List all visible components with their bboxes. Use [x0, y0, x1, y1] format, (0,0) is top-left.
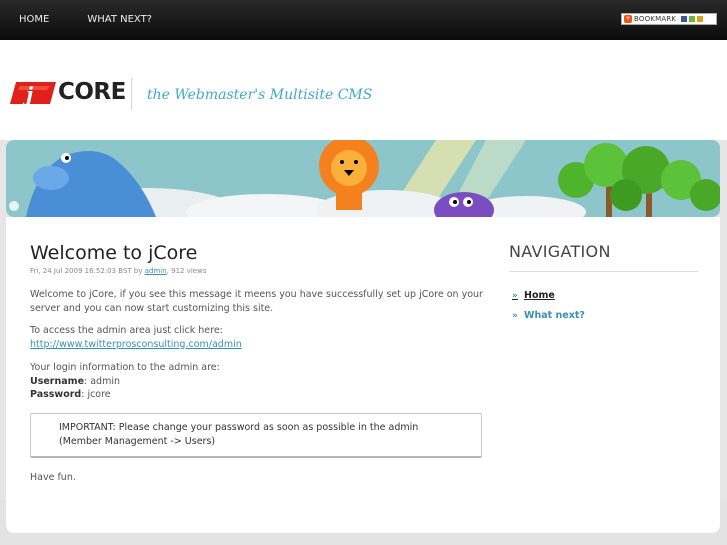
share-icons — [681, 16, 704, 22]
topnav-what-next-link[interactable]: WHAT NEXT? — [87, 0, 152, 40]
post-views: , 912 views — [166, 267, 207, 275]
sidebar-item-home[interactable]: » Home — [512, 290, 555, 301]
logo-icon: j — [10, 82, 56, 106]
header-banner-illustration — [6, 140, 720, 217]
post-author-link[interactable]: admin — [145, 267, 167, 275]
sidebar-title: NAVIGATION — [509, 242, 611, 261]
password-value: : jcore — [81, 389, 111, 400]
share-icon-3 — [697, 16, 704, 22]
post-title[interactable]: Welcome to jCore — [30, 242, 197, 264]
top-bar: HOME WHAT NEXT? + BOOKMARK — [0, 0, 727, 40]
chevron-right-icon: » — [512, 310, 518, 321]
sidebar-item-label: What next? — [524, 310, 585, 321]
sidebar-item-what-next[interactable]: » What next? — [512, 310, 585, 321]
post-paragraph-admin: To access the admin area just click here… — [30, 324, 485, 351]
site-tagline: the Webmaster's Multisite CMS — [147, 87, 373, 103]
bookmark-icon: + — [624, 15, 632, 23]
post-paragraph-login: Your login information to the admin are:… — [30, 361, 485, 402]
username-label: Username — [30, 375, 85, 387]
login-info-text: Your login information to the admin are: — [30, 362, 220, 373]
important-notice-text: IMPORTANT: Please change your password a… — [59, 422, 419, 447]
post-date: Fri, 24 Jul 2009 16:52:03 BST by — [30, 267, 145, 275]
logo-text[interactable]: CORE — [58, 79, 126, 105]
post-meta: Fri, 24 Jul 2009 16:52:03 BST by admin, … — [30, 267, 206, 275]
topnav-home-link[interactable]: HOME — [19, 0, 49, 40]
password-label: Password — [30, 389, 82, 400]
bookmark-label: BOOKMARK — [634, 15, 677, 23]
share-icon-2 — [689, 16, 696, 22]
post-paragraph-intro: Welcome to jCore, if you see this messag… — [30, 289, 483, 314]
admin-access-text: To access the admin area just click here… — [30, 325, 223, 336]
sidebar-item-label: Home — [524, 290, 555, 301]
username-value: : admin — [84, 375, 121, 387]
top-nav: HOME WHAT NEXT? — [0, 0, 152, 40]
logo-divider — [131, 78, 132, 110]
important-notice-box: IMPORTANT: Please change your password a… — [30, 413, 482, 458]
bookmark-button[interactable]: + BOOKMARK — [621, 13, 717, 25]
chevron-right-icon: » — [512, 290, 518, 301]
post-closing: Have fun. — [30, 472, 76, 483]
admin-link[interactable]: http://www.twitterprosconsulting.com/adm… — [30, 339, 242, 350]
sidebar-divider — [509, 271, 698, 272]
share-icon-1 — [681, 16, 688, 22]
